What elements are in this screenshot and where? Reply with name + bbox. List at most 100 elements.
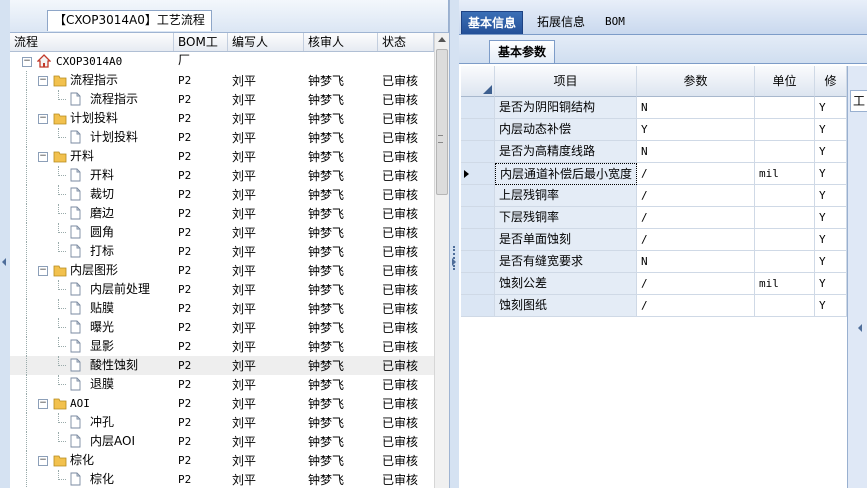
tree-step-row[interactable]: 酸性蚀刻 P2 刘平 钟梦飞 已审核 <box>10 356 434 375</box>
tree-folder-row[interactable]: − 计划投料 P2 刘平 钟梦飞 已审核 <box>10 109 434 128</box>
row-indicator[interactable] <box>461 163 495 185</box>
collapse-edge-arrow-icon[interactable] <box>858 324 862 332</box>
row-indicator[interactable] <box>461 273 495 295</box>
col-header-writer[interactable]: 编写人 <box>228 33 304 51</box>
collapse-node-toggle[interactable]: − <box>38 456 48 466</box>
param-value-cell[interactable]: N <box>637 251 755 273</box>
param-modify-cell[interactable]: Y <box>815 229 847 251</box>
param-value-cell[interactable]: N <box>637 97 755 119</box>
params-row[interactable]: 是否为高精度线路 N Y <box>461 141 847 163</box>
param-modify-cell[interactable]: Y <box>815 163 847 185</box>
params-row[interactable]: 是否单面蚀刻 / Y <box>461 229 847 251</box>
tree-step-row[interactable]: 内层前处理 P2 刘平 钟梦飞 已审核 <box>10 280 434 299</box>
tree-step-row[interactable]: 显影 P2 刘平 钟梦飞 已审核 <box>10 337 434 356</box>
param-unit-cell[interactable] <box>755 295 815 317</box>
param-value-cell[interactable]: / <box>637 229 755 251</box>
col-header-flow[interactable]: 流程 <box>10 33 174 51</box>
param-value-cell[interactable]: Y <box>637 119 755 141</box>
tree-root-row[interactable]: − CXOP3014A0 <box>10 52 434 71</box>
tree-step-row[interactable]: 冲孔 P2 刘平 钟梦飞 已审核 <box>10 413 434 432</box>
param-modify-cell[interactable]: Y <box>815 251 847 273</box>
tree-folder-row[interactable]: − 开料 P2 刘平 钟梦飞 已审核 <box>10 147 434 166</box>
param-value-cell[interactable]: N <box>637 141 755 163</box>
col-header-param[interactable]: 参数 <box>637 66 755 97</box>
param-modify-cell[interactable]: Y <box>815 273 847 295</box>
collapse-node-toggle[interactable]: − <box>38 76 48 86</box>
tree-step-row[interactable]: 打标 P2 刘平 钟梦飞 已审核 <box>10 242 434 261</box>
param-modify-cell[interactable]: Y <box>815 295 847 317</box>
tree-step-row[interactable]: 曝光 P2 刘平 钟梦飞 已审核 <box>10 318 434 337</box>
tree-step-row[interactable]: 计划投料 P2 刘平 钟梦飞 已审核 <box>10 128 434 147</box>
row-indicator[interactable] <box>461 295 495 317</box>
tab-basic-info[interactable]: 基本信息 <box>461 11 524 34</box>
col-header-modify[interactable]: 修 <box>815 66 847 97</box>
scroll-up-icon[interactable] <box>438 37 446 42</box>
param-value-cell[interactable]: / <box>637 185 755 207</box>
row-indicator[interactable] <box>461 141 495 163</box>
row-indicator[interactable] <box>461 97 495 119</box>
row-indicator[interactable] <box>461 207 495 229</box>
param-unit-cell[interactable]: mil <box>755 163 815 185</box>
tree-step-row[interactable]: 磨边 P2 刘平 钟梦飞 已审核 <box>10 204 434 223</box>
tree-step-row[interactable]: 圆角 P2 刘平 钟梦飞 已审核 <box>10 223 434 242</box>
tree-step-row[interactable]: 贴膜 P2 刘平 钟梦飞 已审核 <box>10 299 434 318</box>
subtab-basic-params[interactable]: 基本参数 <box>489 40 556 63</box>
param-unit-cell[interactable] <box>755 119 815 141</box>
tree-step-row[interactable]: 开料 P2 刘平 钟梦飞 已审核 <box>10 166 434 185</box>
param-unit-cell[interactable] <box>755 185 815 207</box>
param-unit-cell[interactable] <box>755 251 815 273</box>
param-value-cell[interactable]: / <box>637 207 755 229</box>
tree-step-row[interactable]: 流程指示 P2 刘平 钟梦飞 已审核 <box>10 90 434 109</box>
params-row[interactable]: 内层通道补偿后最小宽度 / mil Y <box>461 163 847 185</box>
params-row[interactable]: 上层残铜率 / Y <box>461 185 847 207</box>
param-value-cell[interactable]: / <box>637 163 755 185</box>
tree-folder-row[interactable]: − 流程指示 P2 刘平 钟梦飞 已审核 <box>10 71 434 90</box>
param-unit-cell[interactable] <box>755 229 815 251</box>
tree-step-row[interactable]: 裁切 P2 刘平 钟梦飞 已审核 <box>10 185 434 204</box>
tree-folder-row[interactable]: − 棕化 P2 刘平 钟梦飞 已审核 <box>10 451 434 470</box>
col-header-unit[interactable]: 单位 <box>755 66 815 97</box>
scroll-thumb[interactable] <box>436 49 448 195</box>
collapse-node-toggle[interactable]: − <box>38 399 48 409</box>
row-indicator[interactable] <box>461 119 495 141</box>
collapse-node-toggle[interactable]: − <box>38 152 48 162</box>
param-modify-cell[interactable]: Y <box>815 185 847 207</box>
param-modify-cell[interactable]: Y <box>815 207 847 229</box>
row-indicator[interactable] <box>461 229 495 251</box>
col-header-status[interactable]: 状态 <box>378 33 434 51</box>
row-indicator[interactable] <box>461 185 495 207</box>
tree-scrollbar[interactable] <box>434 33 449 488</box>
col-header-item[interactable]: 项目 <box>495 66 637 97</box>
tree-step-row[interactable]: 退膜 P2 刘平 钟梦飞 已审核 <box>10 375 434 394</box>
tree-step-row[interactable]: 棕化 P2 刘平 钟梦飞 已审核 <box>10 470 434 488</box>
tab-bom[interactable]: BOM <box>599 11 631 33</box>
params-row[interactable]: 蚀刻公差 / mil Y <box>461 273 847 295</box>
params-row[interactable]: 下层残铜率 / Y <box>461 207 847 229</box>
param-unit-cell[interactable]: mil <box>755 273 815 295</box>
tree-folder-row[interactable]: − 内层图形 P2 刘平 钟梦飞 已审核 <box>10 261 434 280</box>
params-row[interactable]: 是否为阴阳铜结构 N Y <box>461 97 847 119</box>
col-header-bom[interactable]: BOM工厂 <box>174 33 228 67</box>
col-header-reviewer[interactable]: 核审人 <box>304 33 378 51</box>
param-modify-cell[interactable]: Y <box>815 141 847 163</box>
param-unit-cell[interactable] <box>755 207 815 229</box>
param-modify-cell[interactable]: Y <box>815 119 847 141</box>
collapse-left-arrow-icon[interactable] <box>2 258 6 266</box>
collapse-root-toggle[interactable]: − <box>22 57 32 67</box>
param-value-cell[interactable]: / <box>637 295 755 317</box>
param-value-cell[interactable]: / <box>637 273 755 295</box>
params-row[interactable]: 内层动态补偿 Y Y <box>461 119 847 141</box>
row-indicator[interactable] <box>461 251 495 273</box>
edge-tool-button[interactable]: 工 <box>850 90 867 112</box>
collapse-node-toggle[interactable]: − <box>38 114 48 124</box>
tab-extended-info[interactable]: 拓展信息 <box>531 11 591 33</box>
params-row[interactable]: 蚀刻图纸 / Y <box>461 295 847 317</box>
collapse-right-arrow-icon[interactable] <box>452 258 456 266</box>
row-indicator-header[interactable] <box>461 66 495 97</box>
collapse-node-toggle[interactable]: − <box>38 266 48 276</box>
params-row[interactable]: 是否有缝宽要求 N Y <box>461 251 847 273</box>
tree-folder-row[interactable]: − AOI P2 刘平 钟梦飞 已审核 <box>10 394 434 413</box>
param-unit-cell[interactable] <box>755 97 815 119</box>
panel-title[interactable]: 【CXOP3014A0】工艺流程 <box>47 10 212 31</box>
tree-step-row[interactable]: 内层AOI P2 刘平 钟梦飞 已审核 <box>10 432 434 451</box>
